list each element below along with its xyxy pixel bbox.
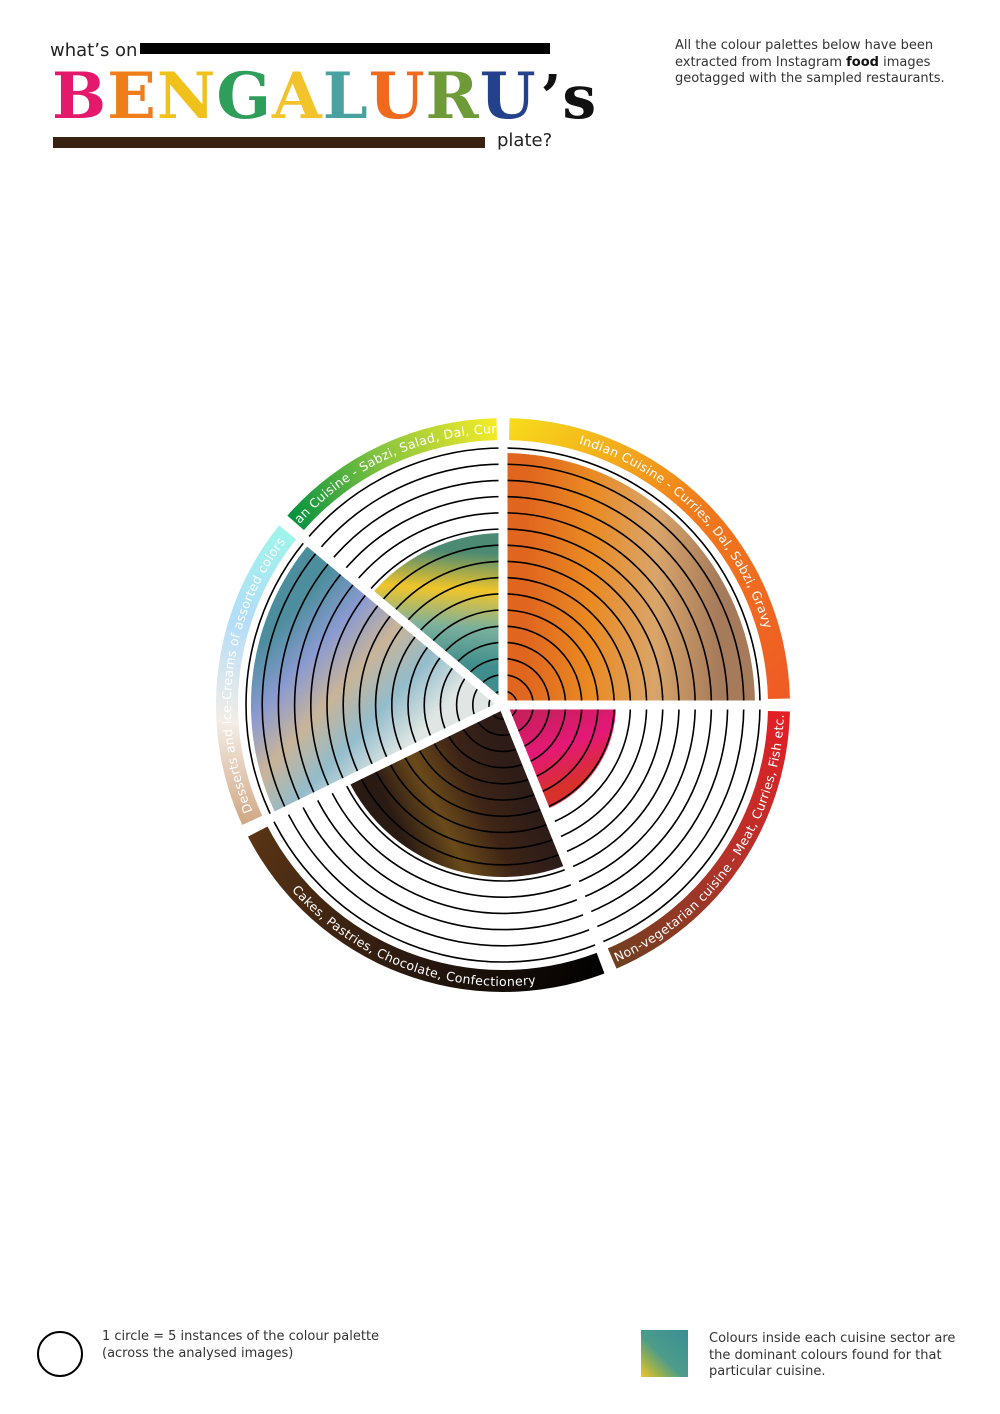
category-band-segment xyxy=(607,711,790,969)
legend-swatch-text: Colours inside each cuisine sector are t… xyxy=(709,1331,956,1379)
category-label: Vegetarian Cuisine - Sabzi, Salad, Dal, … xyxy=(0,0,498,526)
legend-circle-icon xyxy=(37,1331,83,1377)
category-label: Non-vegetarian cuisine - Meat, Curries, … xyxy=(612,714,787,965)
radial-chart: Indian Cuisine - Curries, Dal, Sabzi, Gr… xyxy=(0,0,794,992)
legend-circle-text: 1 circle = 5 instances of the colour pal… xyxy=(102,1329,380,1361)
legend-colour-swatch xyxy=(641,1330,688,1377)
sector-fill xyxy=(503,453,755,705)
